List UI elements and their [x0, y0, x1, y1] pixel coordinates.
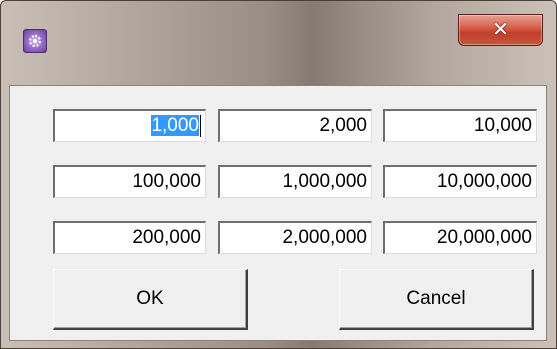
value-field-2[interactable]: 2,000	[218, 109, 372, 142]
text-caret	[200, 114, 201, 137]
close-icon: ✕	[492, 17, 509, 41]
value-field-4[interactable]: 100,000	[53, 165, 206, 198]
value-field-5[interactable]: 1,000,000	[218, 165, 372, 198]
value-field-1[interactable]: 1,000	[53, 109, 206, 142]
title-bar[interactable]: ✕	[1, 1, 556, 85]
dialog-window: ✕ 1,000 2,000 10,000 100,000 1,000,000 1…	[0, 0, 557, 349]
dialog-content: 1,000 2,000 10,000 100,000 1,000,000 10,…	[9, 85, 547, 341]
value-field-9[interactable]: 20,000,000	[383, 221, 537, 254]
close-button[interactable]: ✕	[458, 14, 543, 46]
value-field-3[interactable]: 10,000	[383, 109, 537, 142]
selected-text: 1,000	[151, 115, 199, 136]
value-field-7[interactable]: 200,000	[53, 221, 206, 254]
app-icon[interactable]	[23, 29, 47, 53]
value-field-6[interactable]: 10,000,000	[383, 165, 537, 198]
ok-button[interactable]: OK	[53, 269, 248, 330]
cancel-button[interactable]: Cancel	[339, 269, 534, 330]
value-field-8[interactable]: 2,000,000	[218, 221, 372, 254]
